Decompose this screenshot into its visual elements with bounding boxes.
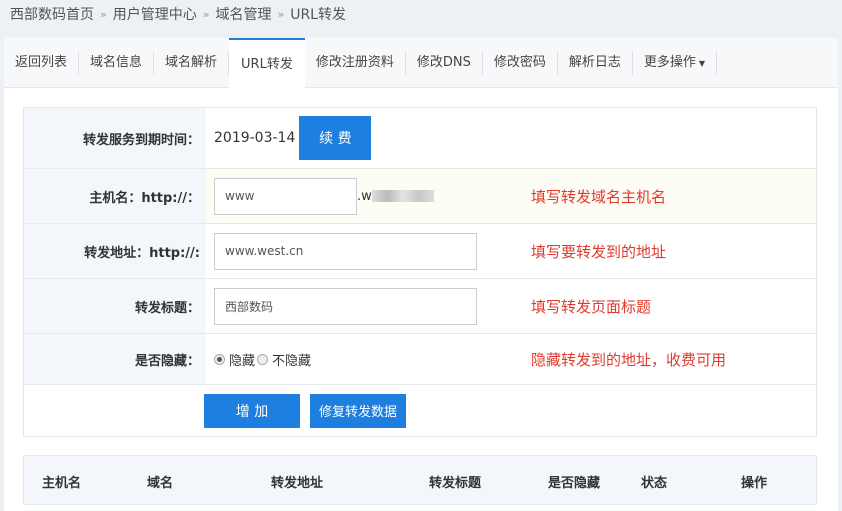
tab-more-actions[interactable]: 更多操作 ▼: [633, 50, 718, 75]
host-hint: 填写转发域名主机名: [531, 187, 667, 206]
host-input[interactable]: www: [214, 177, 357, 215]
tab-url-forward[interactable]: URL转发: [229, 37, 305, 88]
col-status: 状态: [641, 476, 668, 491]
tab-domain-info[interactable]: 域名信息: [79, 50, 155, 75]
renew-button[interactable]: 续 费: [299, 116, 372, 160]
col-title: 转发标题: [429, 476, 482, 491]
tab-edit-dns[interactable]: 修改DNS: [406, 50, 483, 75]
col-url: 转发地址: [271, 476, 324, 491]
hide-row: 是否隐藏： 隐藏 不隐藏 隐藏转发到的地址，收费可用: [24, 334, 816, 385]
domain-suffix: .w: [357, 188, 372, 204]
title-label: 转发标题：: [24, 279, 206, 333]
forward-table-header: 主机名 域名 转发地址 转发标题 是否隐藏 状态 操作: [23, 455, 817, 505]
title-input[interactable]: 西部数码: [214, 287, 477, 325]
blurred-domain: [371, 190, 434, 202]
breadcrumb-sep: »: [202, 7, 210, 21]
expire-label: 转发服务到期时间：: [24, 108, 206, 168]
hide-yes-radio[interactable]: [214, 353, 225, 365]
tab-edit-registration[interactable]: 修改注册资料: [305, 50, 406, 75]
hide-hint: 隐藏转发到的地址，收费可用: [531, 350, 727, 369]
repair-button[interactable]: 修复转发数据: [310, 393, 406, 428]
title-row: 转发标题： 西部数码 填写转发页面标题: [24, 279, 816, 334]
url-forward-form: 转发服务到期时间： 2019-03-14 续 费 主机名：http://： ww…: [23, 107, 817, 437]
breadcrumb: 西部数码首页 » 用户管理中心 » 域名管理 » URL转发: [10, 4, 346, 24]
breadcrumb-current: URL转发: [290, 7, 346, 23]
col-hidden: 是否隐藏: [548, 476, 601, 491]
host-label: 主机名：http://：: [24, 169, 206, 223]
add-button[interactable]: 增 加: [204, 393, 300, 428]
url-row: 转发地址：http://: www.west.cn 填写要转发到的地址: [24, 224, 816, 279]
title-hint: 填写转发页面标题: [531, 297, 652, 316]
url-label: 转发地址：http://:: [24, 224, 206, 278]
col-host: 主机名: [42, 476, 82, 491]
expire-row: 转发服务到期时间： 2019-03-14 续 费: [24, 108, 816, 169]
col-domain: 域名: [147, 476, 174, 491]
col-actions: 操作: [741, 476, 768, 491]
host-row: 主机名：http://： www .w 填写转发域名主机名: [24, 169, 816, 224]
breadcrumb-user-center[interactable]: 用户管理中心: [113, 4, 197, 24]
expire-date: 2019-03-14: [214, 130, 296, 146]
breadcrumb-home[interactable]: 西部数码首页: [10, 4, 94, 24]
hide-no-radio[interactable]: [257, 353, 269, 365]
actions-row: 增 加 修复转发数据: [24, 385, 816, 436]
caret-down-icon: ▼: [698, 58, 706, 68]
hide-label: 是否隐藏：: [24, 334, 206, 384]
breadcrumb-sep: »: [277, 7, 285, 21]
breadcrumb-sep: »: [100, 7, 107, 21]
breadcrumb-domain-mgmt[interactable]: 域名管理: [215, 4, 271, 24]
tab-bar: 返回列表 域名信息 域名解析 URL转发 修改注册资料 修改DNS 修改密码 解…: [4, 37, 838, 88]
tab-dns-resolve[interactable]: 域名解析: [154, 50, 230, 75]
tab-back-list[interactable]: 返回列表: [4, 50, 80, 75]
hide-no-label[interactable]: 不隐藏: [272, 350, 311, 369]
hide-yes-label[interactable]: 隐藏: [229, 350, 255, 369]
tab-more-label: 更多操作: [643, 54, 696, 70]
tab-resolve-log[interactable]: 解析日志: [558, 50, 633, 75]
url-input[interactable]: www.west.cn: [214, 232, 477, 270]
url-hint: 填写要转发到的地址: [531, 242, 667, 261]
tab-edit-password[interactable]: 修改密码: [483, 50, 558, 75]
